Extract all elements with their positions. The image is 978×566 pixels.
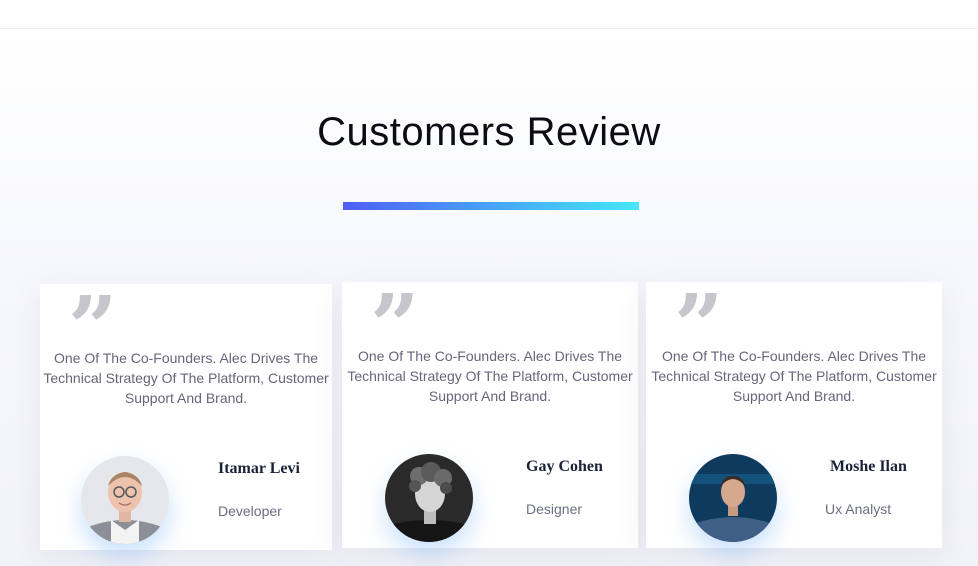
avatar	[81, 456, 169, 544]
review-text: One Of The Co-Founders. Alec Drives The …	[43, 350, 329, 406]
title-divider	[343, 202, 639, 210]
top-navbar	[0, 0, 978, 29]
review-card: ” One Of The Co-Founders. Alec Drives Th…	[40, 284, 332, 550]
reviewer-name: Itamar Levi	[218, 460, 300, 477]
reviewer-role: Developer	[218, 503, 282, 519]
review-text: One Of The Co-Founders. Alec Drives The …	[347, 348, 633, 404]
reviewer-role: Designer	[526, 501, 583, 517]
review-text: One Of The Co-Founders. Alec Drives The …	[651, 348, 937, 404]
reviewer-name: Gay Cohen	[526, 458, 603, 475]
section-title: Customers Review	[317, 110, 661, 154]
reviewer-name: Moshe Ilan	[830, 458, 907, 475]
reviewer-role: Ux Analyst	[825, 501, 892, 517]
avatar	[385, 454, 473, 542]
avatar	[689, 454, 777, 542]
review-card: ” One Of The Co-Founders. Alec Drives Th…	[342, 282, 638, 548]
review-card: ” One Of The Co-Founders. Alec Drives Th…	[646, 282, 942, 548]
